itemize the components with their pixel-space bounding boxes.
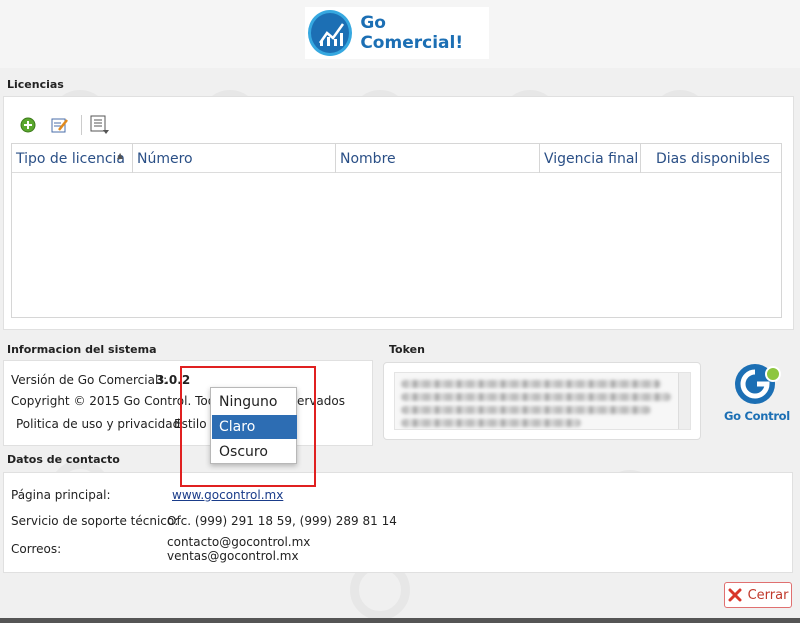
list-view-button[interactable] bbox=[90, 115, 110, 135]
brand-logo: Go Comercial! bbox=[305, 7, 489, 59]
version-label: Versión de Go Comercial!: bbox=[11, 373, 168, 387]
sort-asc-icon: ▲ bbox=[117, 151, 124, 160]
close-icon bbox=[728, 588, 742, 602]
token-panel bbox=[383, 362, 701, 440]
add-license-button[interactable] bbox=[18, 115, 38, 135]
soporte-value: Ofc. (999) 291 18 59, (999) 289 81 14 bbox=[167, 514, 397, 528]
correos-label: Correos: bbox=[11, 542, 62, 556]
privacy-policy-link[interactable]: Politica de uso y privacidad bbox=[16, 417, 180, 431]
section-title-sistema: Informacion del sistema bbox=[7, 343, 157, 356]
column-header-nombre[interactable]: Nombre bbox=[336, 144, 539, 173]
gocontrol-logo: Go Control bbox=[724, 362, 790, 428]
section-title-licencias: Licencias bbox=[7, 78, 64, 91]
edit-license-button[interactable] bbox=[50, 115, 70, 135]
column-header-dias[interactable]: Dias disponibles bbox=[652, 144, 782, 173]
edit-icon bbox=[51, 118, 68, 133]
column-header-vigencia[interactable]: Vigencia final bbox=[540, 144, 640, 173]
web-label: Página principal: bbox=[11, 488, 111, 502]
soporte-label: Servicio de soporte técnico: bbox=[11, 514, 179, 528]
licenses-table[interactable]: Tipo de licencia ▲ Número Nombre Vigenci… bbox=[11, 143, 782, 318]
highlight-box bbox=[180, 366, 316, 487]
close-button[interactable]: Cerrar bbox=[724, 582, 792, 608]
chart-logo-icon bbox=[308, 10, 353, 56]
column-header-tipo[interactable]: Tipo de licencia ▲ bbox=[12, 144, 132, 173]
correo-contacto[interactable]: contacto@gocontrol.mx bbox=[167, 535, 310, 549]
web-link[interactable]: www.gocontrol.mx bbox=[172, 488, 283, 502]
brand-title: Go Comercial! bbox=[360, 13, 464, 53]
column-header-numero[interactable]: Número bbox=[133, 144, 335, 173]
header: Go Comercial! bbox=[0, 0, 800, 68]
gocontrol-mark-icon bbox=[735, 364, 781, 404]
gocontrol-text: Go Control bbox=[724, 409, 790, 423]
list-icon bbox=[90, 115, 109, 134]
close-label: Cerrar bbox=[747, 587, 789, 603]
section-title-token: Token bbox=[389, 343, 425, 356]
section-title-contacto: Datos de contacto bbox=[7, 453, 120, 466]
token-scrollbar[interactable] bbox=[678, 373, 690, 429]
toolbar-separator bbox=[81, 115, 82, 135]
column-label: Tipo de licencia bbox=[16, 151, 125, 167]
token-field[interactable] bbox=[394, 372, 691, 430]
bottom-edge bbox=[0, 618, 800, 623]
column-separator[interactable] bbox=[640, 144, 641, 173]
table-header: Tipo de licencia ▲ Número Nombre Vigenci… bbox=[12, 144, 781, 173]
correo-ventas[interactable]: ventas@gocontrol.mx bbox=[167, 549, 299, 563]
add-icon bbox=[20, 117, 36, 133]
